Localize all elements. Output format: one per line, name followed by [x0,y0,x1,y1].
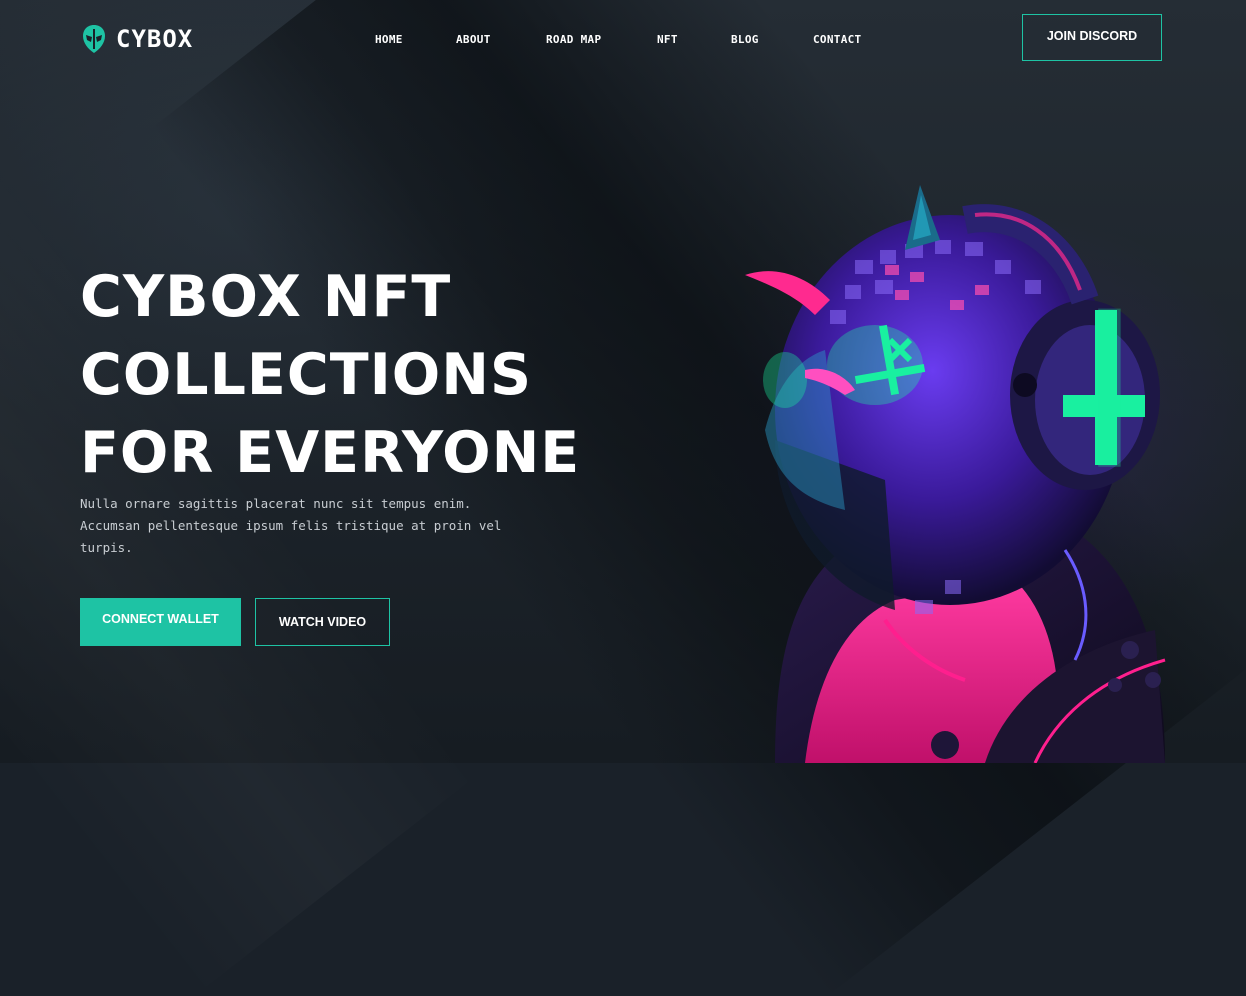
nav-item-blog[interactable]: BLOG [731,33,759,46]
cyber-devil-helmet-illustration [745,185,1166,763]
alien-head-icon [83,25,105,53]
nav-item-nft[interactable]: NFT [657,33,678,46]
nav-item-contact[interactable]: CONTACT [813,33,861,46]
connect-wallet-button[interactable]: CONNECT WALLET [80,598,241,646]
hero-title-line: CYBOX NFT [80,264,452,330]
hero-description: Nulla ornare sagittis placerat nunc sit … [80,496,502,555]
hero-title: CYBOX NFT COLLECTIONS FOR EVERYONE [80,258,580,492]
watch-video-button[interactable]: WATCH VIDEO [255,598,390,646]
nav-item-home[interactable]: HOME [375,33,403,46]
nav-item-about[interactable]: ABOUT [456,33,491,46]
hero-title-line: COLLECTIONS [80,342,532,408]
logo-text: CYBOX [116,25,194,53]
site-logo[interactable]: CYBOX [82,22,193,56]
join-discord-button[interactable]: JOIN DISCORD [1022,14,1162,61]
hero-title-line: FOR EVERYONE [80,420,581,486]
nav-item-road-map[interactable]: ROAD MAP [546,33,601,46]
